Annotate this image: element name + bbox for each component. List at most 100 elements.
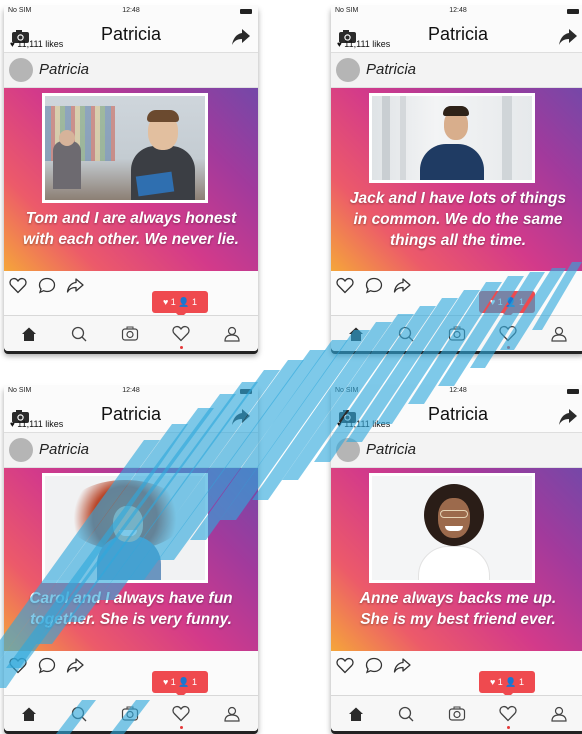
username[interactable]: Patricia [39,441,89,458]
home-icon[interactable] [20,325,38,343]
likes-text: 11,111 likes [17,39,64,49]
home-icon[interactable] [347,705,365,723]
status-bar: No SIM 12:48 [4,5,258,19]
notif-followers-count: 1 [519,297,525,307]
post-header: Patricia [4,433,258,468]
activity-notification[interactable]: ♥ 1 👤 1 [479,291,535,318]
bottom-nav [331,695,582,731]
avatar[interactable] [9,58,33,82]
heart-icon: ♥ [10,40,15,49]
post-header: Patricia [4,53,258,88]
profile-icon[interactable] [550,705,568,723]
heart-outline-icon[interactable] [9,657,27,674]
status-bar: No SIM 12:48 [4,385,258,399]
home-icon[interactable] [20,705,38,723]
comment-icon[interactable] [365,657,383,674]
post-image: Anne always backs me up. She is my best … [331,468,582,651]
phone-card-1: No SIM 12:48 Patricia Patricia Tom and I… [4,5,258,351]
post-caption: Anne always backs me up. She is my best … [335,588,581,630]
likes-count: ♥ 11,111 likes [10,419,63,429]
caption-line: with each other. We never lie. [23,231,239,248]
clock: 12:48 [449,7,467,14]
profile-icon[interactable] [223,325,241,343]
clock: 12:48 [449,387,467,394]
home-icon[interactable] [347,325,365,343]
likes-count: ♥ 11,111 likes [337,419,390,429]
activity-notification[interactable]: ♥ 1 👤 1 [152,671,208,698]
phone-card-4: No SIM 12:48 Patricia Patricia Anne alwa… [331,385,582,731]
search-icon[interactable] [70,705,88,723]
post-image: Tom and I are always honest with each ot… [4,88,258,271]
heart-outline-icon[interactable] [9,277,27,294]
notif-followers-count: 1 [192,297,198,307]
activity-notification[interactable]: ♥ 1 👤 1 [479,671,535,698]
battery-icon [567,9,579,14]
photo-woman-red-hair [45,476,205,580]
share-arrow-icon[interactable] [393,277,411,294]
photo-frame [42,93,208,203]
profile-icon[interactable] [223,705,241,723]
avatar[interactable] [336,58,360,82]
camera-icon[interactable] [448,325,466,343]
heart-icon[interactable] [172,705,190,723]
battery-icon [240,389,252,394]
likes-text: 11,111 likes [344,419,391,429]
likes-text: 11,111 likes [17,419,64,429]
photo-frame [369,93,535,183]
phone-card-2: No SIM 12:48 Patricia Patricia Jack and … [331,5,582,351]
share-icon[interactable] [232,409,250,425]
camera-icon[interactable] [121,325,139,343]
caption-line: Tom and I are always honest [25,210,237,227]
notif-likes-count: 1 [170,297,176,307]
heart-icon[interactable] [499,325,517,343]
profile-icon[interactable] [550,325,568,343]
share-icon[interactable] [559,409,577,425]
share-arrow-icon[interactable] [393,657,411,674]
likes-count: ♥ 11,111 likes [337,39,390,49]
notif-likes-count: 1 [497,297,503,307]
share-icon[interactable] [559,29,577,45]
search-icon[interactable] [397,705,415,723]
battery-icon [567,389,579,394]
caption-line: in common. We do the same [353,211,563,228]
caption-line: Anne always backs me up. [359,590,557,607]
avatar[interactable] [9,438,33,462]
heart-outline-icon[interactable] [336,277,354,294]
share-icon[interactable] [232,29,250,45]
search-icon[interactable] [70,325,88,343]
heart-icon[interactable] [499,705,517,723]
username[interactable]: Patricia [366,61,416,78]
battery-icon [240,9,252,14]
post-image: Jack and I have lots of things in common… [331,88,582,271]
activity-notification[interactable]: ♥ 1 👤 1 [152,291,208,318]
notif-followers-count: 1 [519,677,525,687]
post-caption: Jack and I have lots of things in common… [335,188,581,251]
photo-woman-curly-hair [372,476,532,580]
search-icon[interactable] [397,325,415,343]
photo-student-man [45,96,205,200]
active-indicator [507,726,510,729]
username[interactable]: Patricia [366,441,416,458]
post-caption: Tom and I are always honest with each ot… [8,208,254,250]
heart-icon[interactable] [172,325,190,343]
share-arrow-icon[interactable] [66,657,84,674]
heart-icon: ♥ [337,420,342,429]
photo-frame [369,473,535,583]
share-arrow-icon[interactable] [66,277,84,294]
heart-outline-icon[interactable] [336,657,354,674]
active-indicator [507,346,510,349]
caption-line: together. She is very funny. [30,611,232,628]
camera-icon[interactable] [448,705,466,723]
post-actions: ♥ 1 👤 1 [331,651,582,698]
camera-icon[interactable] [121,705,139,723]
caption-line: things all the time. [389,232,527,249]
comment-icon[interactable] [365,277,383,294]
avatar[interactable] [336,438,360,462]
clock: 12:48 [122,7,140,14]
username[interactable]: Patricia [39,61,89,78]
likes-count: ♥ 11,111 likes [10,39,63,49]
status-bar: No SIM 12:48 [331,5,582,19]
post-actions: ♥ 1 👤 1 [4,651,258,698]
comment-icon[interactable] [38,277,56,294]
comment-icon[interactable] [38,657,56,674]
